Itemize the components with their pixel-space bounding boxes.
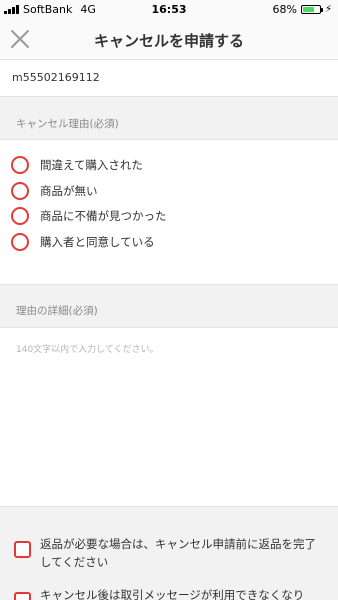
- reason-option[interactable]: 購入者と同意している: [11, 233, 155, 251]
- radio-button[interactable]: [11, 233, 29, 251]
- notice-checkbox[interactable]: [14, 541, 31, 558]
- details-textarea[interactable]: [0, 328, 338, 506]
- details-section-label: 理由の詳細(必須): [16, 305, 98, 317]
- reason-option[interactable]: 商品が無い: [11, 182, 98, 200]
- notice-text: キャンセル後は取引メッセージが利用できなくなり: [40, 588, 305, 600]
- reason-option-label: 商品が無い: [40, 184, 98, 198]
- reason-option[interactable]: 商品に不備が見つかった: [11, 207, 167, 225]
- reason-option[interactable]: 間違えて購入された: [11, 156, 143, 174]
- order-id: m55502169112: [12, 71, 100, 84]
- radio-button[interactable]: [11, 182, 29, 200]
- status-right: 68% ⚡: [273, 3, 332, 16]
- battery-fill: [302, 7, 314, 12]
- page-title: キャンセルを申請する: [93, 32, 244, 50]
- reason-option-label: 商品に不備が見つかった: [40, 209, 167, 223]
- reason-option-label: 購入者と同意している: [40, 235, 155, 249]
- notice-checkbox[interactable]: [14, 592, 31, 600]
- reason-list: 間違えて購入された 商品が無い 商品に不備が見つかった 購入者と同意している: [0, 139, 338, 285]
- reason-section-label: キャンセル理由(必須): [16, 118, 119, 130]
- charging-icon: ⚡: [324, 4, 332, 15]
- radio-button[interactable]: [11, 207, 29, 225]
- status-bar: SoftBank 4G 16:53 68% ⚡: [0, 0, 338, 20]
- notice-item[interactable]: キャンセル後は取引メッセージが利用できなくなり: [14, 586, 326, 600]
- battery-percent: 68%: [272, 3, 297, 16]
- nav-bar: キャンセルを申請する: [0, 20, 338, 60]
- details-box: [0, 327, 338, 507]
- notice-text: 返品が必要な場合は、キャンセル申請前に返品を完了してください: [40, 537, 316, 569]
- order-id-row: m55502169112: [0, 60, 338, 97]
- battery-icon: [300, 5, 323, 14]
- notice-item[interactable]: 返品が必要な場合は、キャンセル申請前に返品を完了してください: [14, 535, 326, 571]
- reason-option-label: 間違えて購入された: [40, 158, 143, 172]
- radio-button[interactable]: [11, 156, 29, 174]
